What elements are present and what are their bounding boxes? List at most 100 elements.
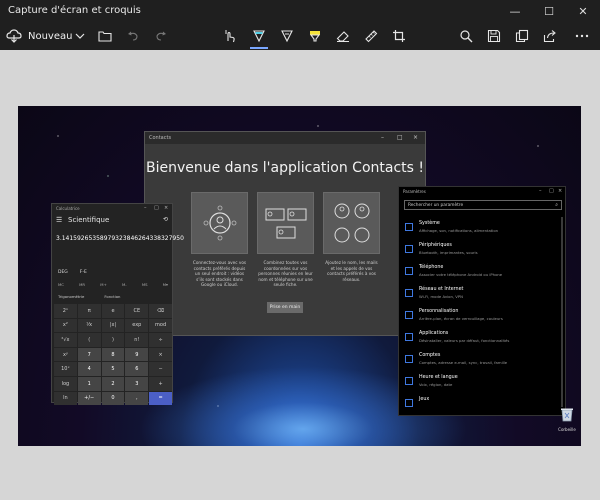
calc-minimize-icon: –: [144, 205, 147, 211]
calculator-key: +/−: [77, 391, 101, 406]
category-description: Bluetooth, imprimantes, souris: [419, 250, 478, 255]
calc-close-icon: ×: [164, 205, 169, 211]
settings-category: Jeux: [405, 397, 561, 415]
category-name: Personnalisation: [419, 309, 459, 314]
category-icon: [405, 311, 413, 319]
category-icon: [405, 223, 413, 231]
window-title: Capture d'écran et croquis: [8, 5, 141, 16]
function-row: Trigonométrie Fonction: [58, 294, 120, 299]
deg-toggle: DEG: [58, 270, 68, 275]
memory-row: MC MR M+ M- MS M▾: [58, 282, 168, 287]
calculator-key: e: [101, 304, 125, 318]
folder-icon: [98, 31, 112, 42]
category-icon: [405, 245, 413, 253]
settings-window: Paramètres – □ × Rechercher un paramètre…: [398, 186, 566, 416]
settings-category: Applications Désinstaller, valeurs par dé…: [405, 331, 561, 349]
settings-category: Personnalisation Arrière-plan, écran de v…: [405, 309, 561, 327]
calculator-key: ,: [125, 391, 149, 406]
category-icon: [405, 377, 413, 385]
ruler-button[interactable]: [361, 26, 381, 46]
more-options-button[interactable]: [572, 26, 592, 46]
settings-minimize-icon: –: [539, 188, 542, 194]
zoom-button[interactable]: [456, 26, 476, 46]
calc-maximize-icon: □: [154, 205, 159, 211]
title-bar: Capture d'écran et croquis — ☐ ✕: [0, 0, 600, 22]
contacts-descriptions: Connectez-vous avec vos contacts préféré…: [191, 260, 380, 288]
category-name: Système: [419, 221, 440, 226]
contacts-minimize-icon: –: [381, 134, 384, 141]
hamburger-menu-icon: ☰: [56, 216, 63, 224]
highlighter-button[interactable]: [305, 26, 325, 46]
calculator-key: 2ⁿ: [54, 304, 77, 318]
maximize-button[interactable]: ☐: [532, 0, 566, 22]
active-tool-indicator: [250, 47, 268, 49]
calculator-key: xʸ: [54, 347, 77, 362]
calculator-key: x²: [54, 318, 77, 333]
settings-category: Heure et langue Voix, région, date: [405, 375, 561, 393]
calculator-key: ²√x: [54, 333, 77, 347]
chevron-down-icon: [75, 33, 85, 39]
category-name: Réseau et Internet: [419, 287, 464, 292]
calculator-keypad: 2ⁿ π e CE ⌫ x² ⅟x |x| exp mod ²√x() n! ÷ xʸ 7 8 9 × 10ˣ 4 5 6…: [54, 304, 172, 406]
contacts-maximize-icon: □: [397, 134, 403, 141]
memory-key: MS: [141, 282, 148, 287]
category-name: Heure et langue: [419, 375, 458, 380]
close-button[interactable]: ✕: [566, 0, 600, 22]
save-icon: [487, 29, 501, 43]
calculator-key: 1: [77, 376, 101, 391]
calculator-key: 7: [77, 347, 101, 362]
open-file-button[interactable]: [96, 26, 114, 46]
snip-mode-dropdown[interactable]: [72, 26, 88, 46]
share-button[interactable]: [540, 26, 560, 46]
recycle-bin: Corbeille: [554, 406, 580, 432]
category-icon: [405, 289, 413, 297]
memory-key: MC: [58, 282, 64, 287]
copy-icon: [515, 29, 529, 43]
calculator-key: ln: [54, 391, 77, 406]
ballpoint-pen-button[interactable]: [249, 26, 269, 46]
calculator-key: +: [149, 376, 172, 391]
calculator-key: exp: [125, 318, 149, 333]
more-icon: [575, 34, 589, 38]
highlighter-icon: [309, 31, 321, 42]
new-snip-button[interactable]: Nouveau: [6, 26, 78, 46]
contacts-close-icon: ×: [413, 134, 419, 141]
category-name: Applications: [419, 331, 449, 336]
undo-button[interactable]: [124, 26, 142, 46]
crop-button[interactable]: [389, 26, 409, 46]
pencil-button[interactable]: [277, 26, 297, 46]
screenshot-image[interactable]: Contacts – □ × Bienvenue dans l'applicat…: [18, 106, 581, 446]
settings-scrollbar: [561, 217, 563, 407]
category-icon: [405, 399, 413, 407]
calculator-key: |x|: [101, 318, 125, 333]
zoom-icon: [460, 30, 473, 43]
calculator-display: 3.14159265358979323846264338327950: [56, 235, 184, 242]
calculator-key: π: [77, 304, 101, 318]
copy-button[interactable]: [512, 26, 532, 46]
category-description: Arrière-plan, écran de verrouillage, cou…: [419, 316, 503, 321]
calculator-key: 9: [125, 347, 149, 362]
calculator-key: ⌫: [149, 304, 172, 318]
category-description: Comptes, adresse e-mail, sync, travail, …: [419, 360, 508, 365]
new-label: Nouveau: [28, 30, 73, 42]
category-description: Voix, région, date: [419, 382, 453, 387]
eraser-button[interactable]: [333, 26, 353, 46]
card-description: Combinez toutes vos coordonnées sur vos …: [258, 260, 313, 288]
calculator-key: 0: [101, 391, 125, 406]
undo-icon: [128, 31, 138, 41]
save-button[interactable]: [484, 26, 504, 46]
card-sync: [191, 192, 248, 254]
calculator-key: n!: [125, 333, 149, 347]
favorites-people-icon: [334, 203, 369, 243]
minimize-button[interactable]: —: [498, 0, 532, 22]
settings-category: Comptes Comptes, adresse e-mail, sync, tr…: [405, 353, 561, 371]
history-icon: ⟲: [162, 216, 168, 223]
touch-writing-button[interactable]: [220, 26, 240, 46]
angle-row: DEG F-E: [58, 270, 87, 275]
calculator-key: (: [77, 333, 101, 347]
calculator-key: ×: [149, 347, 172, 362]
recycle-bin-label: Corbeille: [558, 427, 576, 432]
settings-title: Paramètres: [403, 189, 426, 194]
redo-button[interactable]: [152, 26, 170, 46]
calculator-key: 4: [77, 362, 101, 376]
